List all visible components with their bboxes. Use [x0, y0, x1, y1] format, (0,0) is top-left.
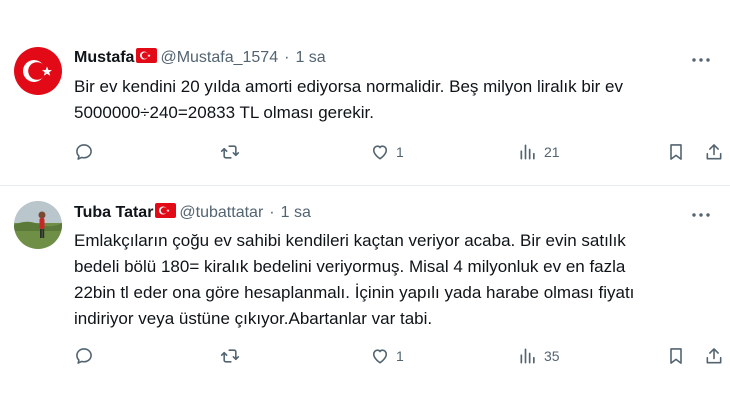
views-button[interactable]: 35	[518, 346, 560, 366]
tweet-text-line: Emlakçıların çoğu ev sahibi kendileri ka…	[74, 231, 626, 250]
like-count: 1	[396, 348, 404, 364]
views-button[interactable]: 21	[518, 142, 560, 162]
timestamp[interactable]: 1 sa	[295, 49, 325, 67]
avatar[interactable]	[14, 47, 62, 95]
tweet-header: Mustafa @Mustafa_1574 · 1 sa	[74, 48, 326, 68]
author-name[interactable]: Mustafa	[74, 49, 134, 67]
separator: ·	[284, 49, 290, 66]
timestamp[interactable]: 1 sa	[281, 204, 311, 222]
bookmark-button[interactable]	[666, 142, 686, 162]
tweet-text: Bir ev kendini 20 yılda amorti ediyorsa …	[74, 74, 710, 126]
like-button[interactable]: 1	[370, 346, 404, 366]
more-icon[interactable]	[690, 204, 712, 226]
author-handle[interactable]: @Mustafa_1574	[160, 49, 278, 67]
views-icon	[520, 348, 535, 364]
retweet-icon	[220, 349, 240, 363]
author-handle[interactable]: @tubattatar	[179, 204, 263, 222]
reply-button[interactable]	[74, 142, 94, 162]
bookmark-button[interactable]	[666, 346, 686, 366]
like-button[interactable]: 1	[370, 142, 404, 162]
tweet-mustafa[interactable]: Mustafa @Mustafa_1574 · 1 sa Bir ev kend…	[0, 0, 730, 186]
action-bar: 1 21	[74, 142, 724, 166]
tweet-text-line: bedeli bölü 180= kiralık bedelini veriyo…	[74, 257, 626, 276]
share-icon	[706, 144, 722, 160]
share-icon	[706, 348, 722, 364]
retweet-button[interactable]	[220, 346, 240, 366]
tweet-text-line: Bir ev kendini 20 yılda amorti ediyorsa …	[74, 77, 623, 96]
share-button[interactable]	[704, 142, 724, 162]
tweet-text: Emlakçıların çoğu ev sahibi kendileri ka…	[74, 228, 710, 332]
turkey-flag-icon	[155, 203, 177, 223]
turkey-flag-icon	[136, 48, 158, 68]
turkey-flag-avatar-icon	[14, 47, 62, 95]
like-count: 1	[396, 144, 404, 160]
author-name[interactable]: Tuba Tatar	[74, 204, 153, 222]
more-icon[interactable]	[690, 49, 712, 71]
tweet-tuba[interactable]: Tuba Tatar @tubattatar · 1 sa Emlakçılar…	[0, 186, 730, 420]
reply-button[interactable]	[74, 346, 94, 366]
view-count: 35	[544, 348, 560, 364]
retweet-icon	[220, 145, 240, 159]
tweet-header: Tuba Tatar @tubattatar · 1 sa	[74, 203, 311, 223]
reply-icon	[76, 348, 92, 364]
reply-icon	[76, 144, 92, 160]
tweet-text-line: 22bin tl eder ona göre hesaplanmalı. İçi…	[74, 283, 635, 302]
outdoor-photo-avatar	[14, 201, 62, 249]
avatar[interactable]	[14, 201, 62, 249]
tweet-text-line: indiriyor veya üstüne çıkıyor.Abartanlar…	[74, 309, 433, 328]
view-count: 21	[544, 144, 560, 160]
action-bar: 1 35	[74, 346, 724, 370]
retweet-button[interactable]	[220, 142, 240, 162]
like-icon	[372, 145, 388, 160]
separator: ·	[269, 204, 275, 221]
tweet-text-line: 5000000÷240=20833 TL olması gerekir.	[74, 103, 374, 122]
bookmark-icon	[670, 348, 682, 364]
share-button[interactable]	[704, 346, 724, 366]
like-icon	[372, 349, 388, 364]
bookmark-icon	[670, 144, 682, 160]
views-icon	[520, 144, 535, 160]
